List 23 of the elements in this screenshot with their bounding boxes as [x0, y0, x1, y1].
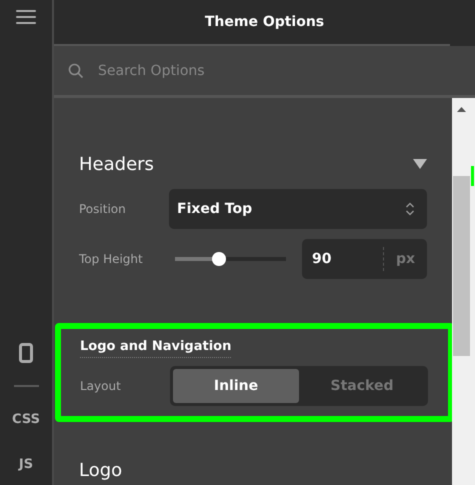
updown-icon [405, 202, 415, 216]
scroll-up-icon[interactable] [457, 107, 466, 112]
phone-icon[interactable] [19, 343, 33, 363]
subsection-title: Logo and Navigation [80, 339, 232, 358]
rail-tab[interactable]: JS [18, 457, 34, 472]
field-label: Position [79, 202, 127, 216]
section-title[interactable]: Logo [79, 460, 122, 480]
field-label: Layout [80, 379, 122, 393]
search-icon [68, 62, 84, 78]
collapse-icon[interactable] [413, 159, 427, 169]
height-slider[interactable] [175, 252, 286, 266]
search-field[interactable]: Search Options [96, 62, 400, 80]
position-select[interactable]: Fixed Top [169, 189, 427, 229]
section-title[interactable]: Headers [79, 154, 154, 174]
slider-thumb[interactable] [212, 252, 226, 266]
rail-tab[interactable]: CSS [12, 412, 40, 427]
unit-label: px [394, 251, 416, 267]
layout-option[interactable]: Inline [173, 369, 299, 403]
menu-icon[interactable] [16, 9, 36, 25]
scrollbar[interactable] [452, 98, 471, 485]
panel-title: Theme Options [204, 14, 324, 30]
number-field[interactable]: 90 px [302, 239, 427, 279]
field-label: Top Height [79, 252, 144, 266]
